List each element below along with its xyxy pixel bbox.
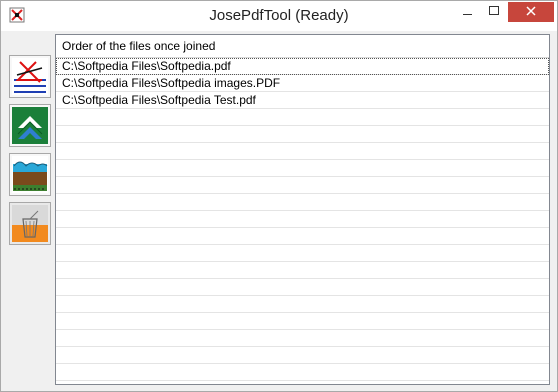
- file-row[interactable]: C:\Softpedia Files\Softpedia.pdf: [56, 58, 549, 75]
- empty-row: [56, 245, 549, 262]
- empty-row: [56, 160, 549, 177]
- app-window: JosePdfTool (Ready) Order of the files o…: [0, 0, 558, 392]
- maximize-icon: [489, 3, 499, 21]
- minimize-button[interactable]: [455, 2, 481, 22]
- file-row[interactable]: C:\Softpedia Files\Softpedia Test.pdf: [56, 92, 549, 109]
- empty-row: [56, 330, 549, 347]
- file-row[interactable]: C:\Softpedia Files\Softpedia images.PDF: [56, 75, 549, 92]
- file-rows: C:\Softpedia Files\Softpedia.pdf C:\Softp…: [56, 58, 549, 384]
- close-icon: [526, 3, 536, 21]
- empty-row: [56, 262, 549, 279]
- empty-row: [56, 228, 549, 245]
- empty-row: [56, 313, 549, 330]
- minimize-icon: [463, 3, 473, 21]
- empty-row: [56, 109, 549, 126]
- join-pdf-button[interactable]: [9, 153, 51, 196]
- empty-row: [56, 126, 549, 143]
- list-header: Order of the files once joined: [56, 35, 549, 58]
- title-bar: JosePdfTool (Ready): [1, 1, 557, 31]
- empty-row: [56, 211, 549, 228]
- empty-row: [56, 279, 549, 296]
- left-toolbar: [7, 51, 55, 385]
- move-up-button[interactable]: [9, 104, 51, 147]
- empty-row: [56, 381, 549, 384]
- close-button[interactable]: [508, 2, 554, 22]
- empty-row: [56, 194, 549, 211]
- empty-row: [56, 177, 549, 194]
- empty-row: [56, 296, 549, 313]
- add-files-button[interactable]: [9, 55, 51, 98]
- delete-button[interactable]: [9, 202, 51, 245]
- empty-row: [56, 143, 549, 160]
- empty-row: [56, 364, 549, 381]
- maximize-button[interactable]: [481, 2, 507, 22]
- empty-row: [56, 347, 549, 364]
- file-list[interactable]: Order of the files once joined C:\Softpe…: [55, 34, 550, 385]
